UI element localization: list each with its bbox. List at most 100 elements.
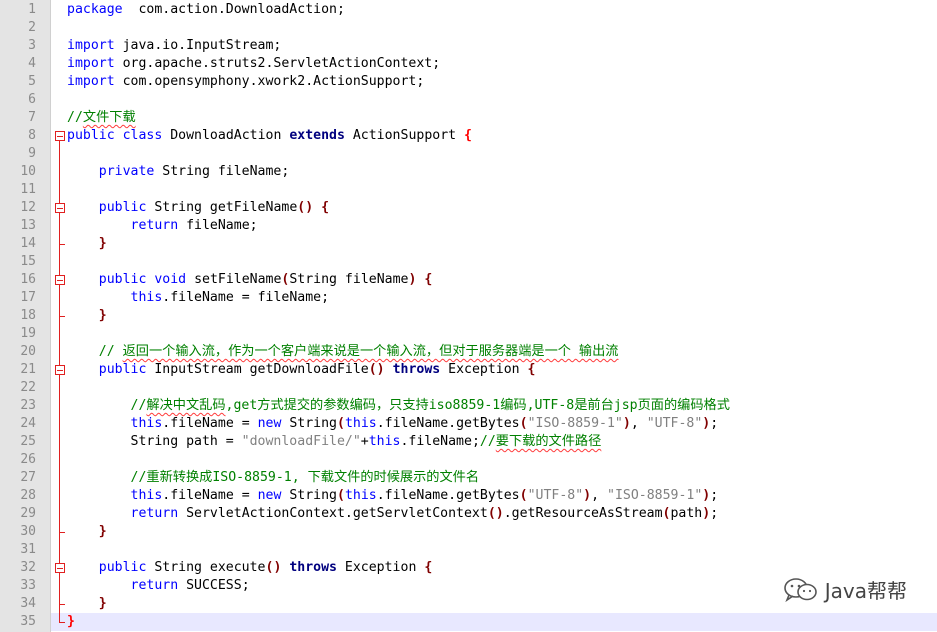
code-line[interactable]	[67, 541, 937, 559]
code-line[interactable]	[67, 379, 937, 397]
code-token: import	[67, 56, 115, 71]
fold-toggle-icon[interactable]	[55, 563, 65, 573]
code-line[interactable]: return fileName;	[67, 217, 937, 235]
code-line[interactable]: }	[67, 523, 937, 541]
code-token: }	[98, 596, 107, 611]
code-token: .fileName =	[162, 488, 258, 503]
code-token: {	[321, 200, 330, 215]
line-number: 14	[20, 236, 36, 251]
code-token: void	[154, 272, 187, 287]
line-number: 18	[20, 308, 36, 323]
line-number: 26	[20, 452, 36, 467]
code-line[interactable]: //解决中文乱码,get方式提交的参数编码，只支持iso8859-1编码,UTF…	[67, 397, 937, 415]
watermark: Java帮帮	[783, 575, 907, 604]
code-line[interactable]	[67, 19, 937, 37]
code-token: new	[257, 416, 282, 431]
code-line[interactable]	[67, 451, 937, 469]
line-number-gutter: 1 2 3 4 5 6 7 8 9 10 11 12 13 14 15 16 17 18 19 20 21 22 23 24 2…	[0, 0, 51, 632]
code-token: 解决中文乱码	[146, 398, 226, 413]
code-line[interactable]	[67, 253, 937, 271]
code-token: ()	[265, 560, 282, 575]
code-token: +	[360, 434, 369, 449]
code-line[interactable]	[67, 325, 937, 343]
code-line[interactable]: import com.opensymphony.xwork2.ActionSup…	[67, 73, 937, 91]
line-number: 7	[28, 110, 36, 125]
code-area[interactable]: package com.action.DownloadAction; import…	[51, 0, 937, 632]
fold-toggle-icon[interactable]	[55, 131, 65, 141]
code-token: {	[464, 128, 472, 143]
line-number: 22	[20, 380, 36, 395]
code-token: InputStream getDownloadFile	[146, 362, 369, 377]
fold-toggle-icon[interactable]	[55, 275, 65, 285]
code-line[interactable]	[67, 145, 937, 163]
code-token: (	[519, 488, 528, 503]
line-number: 31	[20, 542, 36, 557]
code-line[interactable]: private String fileName;	[67, 163, 937, 181]
code-token: .getResourceAsStream	[503, 506, 663, 521]
code-token: .fileName =	[162, 416, 258, 431]
line-number: 13	[20, 218, 36, 233]
code-token: //	[479, 434, 496, 449]
line-number: 29	[20, 506, 36, 521]
code-token: com.opensymphony.xwork2.ActionSupport;	[114, 74, 425, 89]
code-token: this	[368, 434, 401, 449]
code-line[interactable]: public String getFileName() {	[67, 199, 937, 217]
fold-end-marker	[59, 532, 65, 533]
code-line[interactable]: public class DownloadAction extends Acti…	[67, 127, 937, 145]
code-token: ;	[710, 506, 719, 521]
line-number: 34	[20, 596, 36, 611]
fold-toggle-icon[interactable]	[55, 365, 65, 375]
code-token: )	[583, 488, 592, 503]
code-token: public	[67, 128, 115, 143]
code-token: new	[257, 488, 282, 503]
line-number: 6	[28, 92, 36, 107]
code-token: ,	[591, 488, 607, 503]
code-line[interactable]: public void setFileName(String fileName)…	[67, 271, 937, 289]
code-token: //	[67, 110, 83, 125]
code-token: return	[130, 578, 179, 593]
code-token: throws	[289, 560, 337, 575]
line-number: 11	[20, 182, 36, 197]
line-number: 8	[28, 128, 36, 143]
code-line[interactable]: import java.io.InputStream;	[67, 37, 937, 55]
fold-toggle-icon[interactable]	[55, 203, 65, 213]
code-line[interactable]: //重新转换成ISO-8859-1, 下载文件的时候展示的文件名	[67, 469, 937, 487]
watermark-text: Java帮帮	[824, 579, 907, 603]
code-line[interactable]: //文件下载	[67, 109, 937, 127]
code-line[interactable]: this.fileName = new String(this.fileName…	[67, 415, 937, 433]
fold-end-marker	[59, 622, 65, 623]
code-line[interactable]: public InputStream getDownloadFile() thr…	[67, 361, 937, 379]
code-line[interactable]: this.fileName = fileName;	[67, 289, 937, 307]
code-line[interactable]: }	[51, 613, 937, 631]
code-line[interactable]: package com.action.DownloadAction;	[67, 1, 937, 19]
code-line[interactable]: import org.apache.struts2.ServletActionC…	[67, 55, 937, 73]
line-number: 2	[28, 20, 36, 35]
code-token: String fileName;	[154, 164, 290, 179]
code-token: .fileName;	[400, 434, 480, 449]
code-token: public	[98, 560, 147, 575]
code-line[interactable]	[67, 181, 937, 199]
code-line[interactable]: String path = "downloadFile/"+this.fileN…	[67, 433, 937, 451]
code-line[interactable]: // 返回一个输入流，作为一个客户端来说是一个输入流，但对于服务器端是一个 输出…	[67, 343, 937, 361]
code-token: 文件下载	[82, 110, 136, 125]
code-editor[interactable]: 1 2 3 4 5 6 7 8 9 10 11 12 13 14 15 16 17 18 19 20 21 22 23 24 2…	[0, 0, 937, 632]
code-token: org.apache.struts2.ServletActionContext;	[114, 56, 441, 71]
code-token: }	[98, 524, 107, 539]
code-token: }	[98, 308, 107, 323]
code-line[interactable]: }	[67, 235, 937, 253]
code-line[interactable]: return ServletActionContext.getServletCo…	[67, 505, 937, 523]
wechat-icon	[783, 577, 819, 603]
code-line[interactable]: this.fileName = new String(this.fileName…	[67, 487, 937, 505]
code-line[interactable]	[67, 91, 937, 109]
code-token: 要下载的文件路径	[495, 434, 602, 449]
code-token: java.io.InputStream;	[114, 38, 282, 53]
code-line[interactable]: }	[67, 307, 937, 325]
